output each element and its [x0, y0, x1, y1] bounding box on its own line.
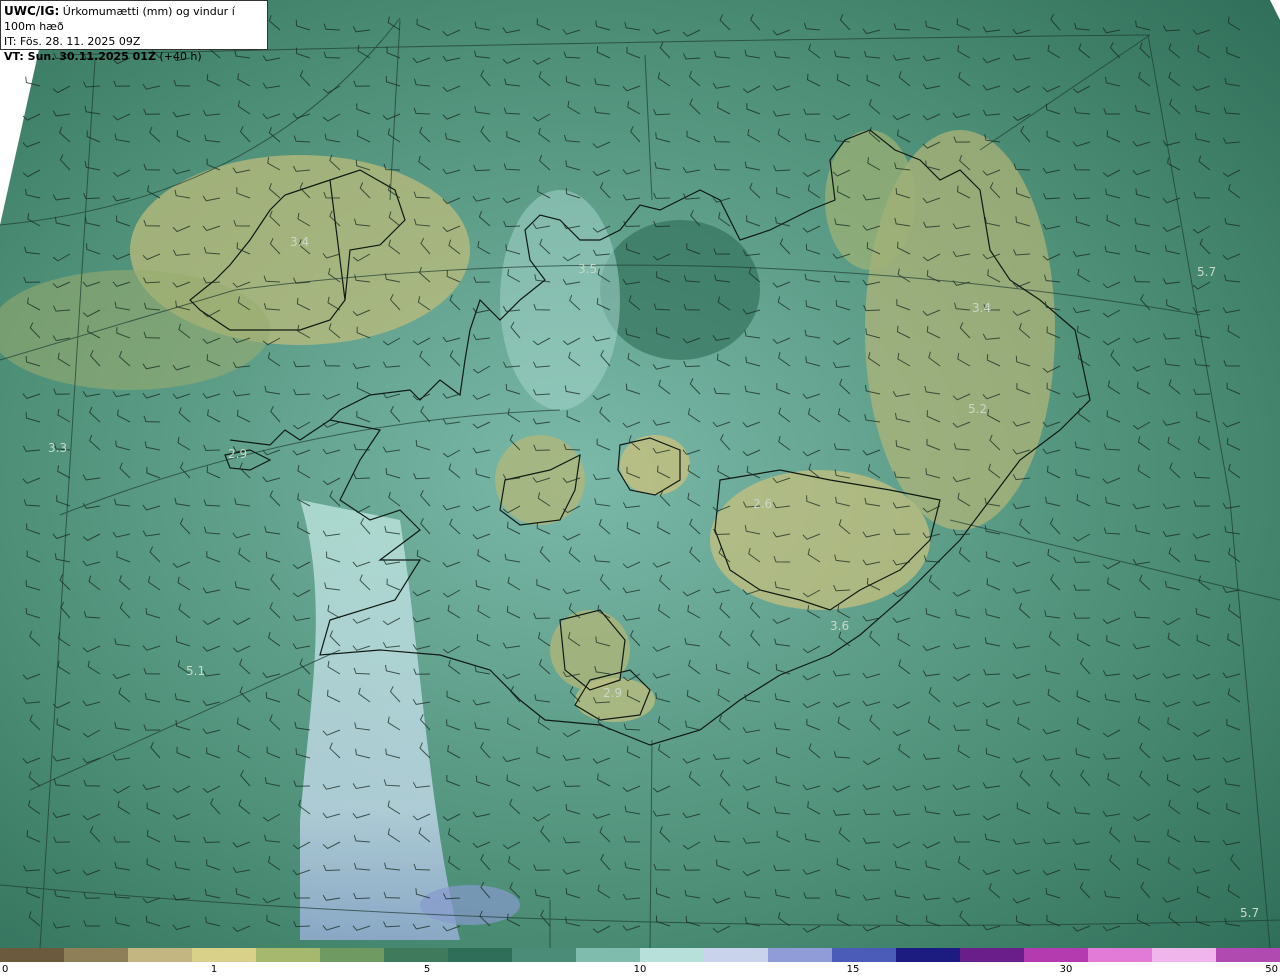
- map-canvas: 3.4 5.7 3.4 3.3 2.9 5.2 2.6 5.1 2.9 5.7 …: [0, 0, 1280, 948]
- map-value-label: 3.4: [290, 235, 309, 249]
- map-value-label: 3.4: [972, 301, 991, 315]
- map-value-label: 2.9: [228, 447, 247, 461]
- map-value-label: 3.3: [48, 441, 67, 455]
- colorbar-segment: [832, 948, 896, 962]
- colorbar-segment: [1088, 948, 1152, 962]
- colorbar-segment: [128, 948, 192, 962]
- colorbar-segment: [640, 948, 704, 962]
- valid-time: VT: Sun. 30.11.2025 01Z: [4, 50, 156, 63]
- colorbar-segment: [1152, 948, 1216, 962]
- map-value-label: 5.2: [968, 402, 987, 416]
- colorbar-tick: 1: [210, 964, 218, 975]
- colorbar-segment: [256, 948, 320, 962]
- colorbar-segment: [384, 948, 448, 962]
- colorbar-segment: [896, 948, 960, 962]
- init-time: IT: Fös. 28. 11. 2025 09Z: [4, 35, 141, 48]
- colorbar-tick: 50: [1265, 964, 1278, 975]
- colorbar-segment: [1216, 948, 1280, 962]
- colorbar-segment: [576, 948, 640, 962]
- map-value-label: 5.1: [186, 664, 205, 678]
- map-value-label: 3.6: [830, 619, 849, 633]
- colorbar-segment: [704, 948, 768, 962]
- colorbar-segment: [768, 948, 832, 962]
- colorbar-segment: [1024, 948, 1088, 962]
- colorbar-segment: [0, 948, 64, 962]
- map-value-label: 5.7: [1240, 906, 1259, 920]
- colorbar-segment: [960, 948, 1024, 962]
- colorbar-tick: 0: [2, 964, 9, 975]
- weather-map-page: { "header": { "model": "UWC/IG:", "title…: [0, 0, 1280, 978]
- model-name: UWC/IG:: [4, 4, 60, 18]
- colorbar-tick: 5: [423, 964, 431, 975]
- colorbar-segment: [448, 948, 512, 962]
- colorbar-segment: [192, 948, 256, 962]
- colorbar-tick: 15: [846, 964, 860, 975]
- colorbar-tick: 30: [1059, 964, 1073, 975]
- map-value-label: 3.5: [578, 262, 597, 276]
- colorbar-segment: [320, 948, 384, 962]
- map-value-label: 5.7: [1197, 265, 1216, 279]
- colorbar-strip: [0, 948, 1280, 962]
- map-title-box: UWC/IG: Úrkomumætti (mm) og vindur í 100…: [0, 0, 268, 63]
- map-value-label: 2.9: [603, 686, 622, 700]
- colorbar-segment: [64, 948, 128, 962]
- colorbar: 0 1 5 10 15 30 50: [0, 948, 1280, 978]
- colorbar-tick: 10: [633, 964, 647, 975]
- colorbar-segment: [512, 948, 576, 962]
- lead-time: (+40 h): [155, 50, 202, 63]
- map-value-label: 2.6: [753, 497, 772, 511]
